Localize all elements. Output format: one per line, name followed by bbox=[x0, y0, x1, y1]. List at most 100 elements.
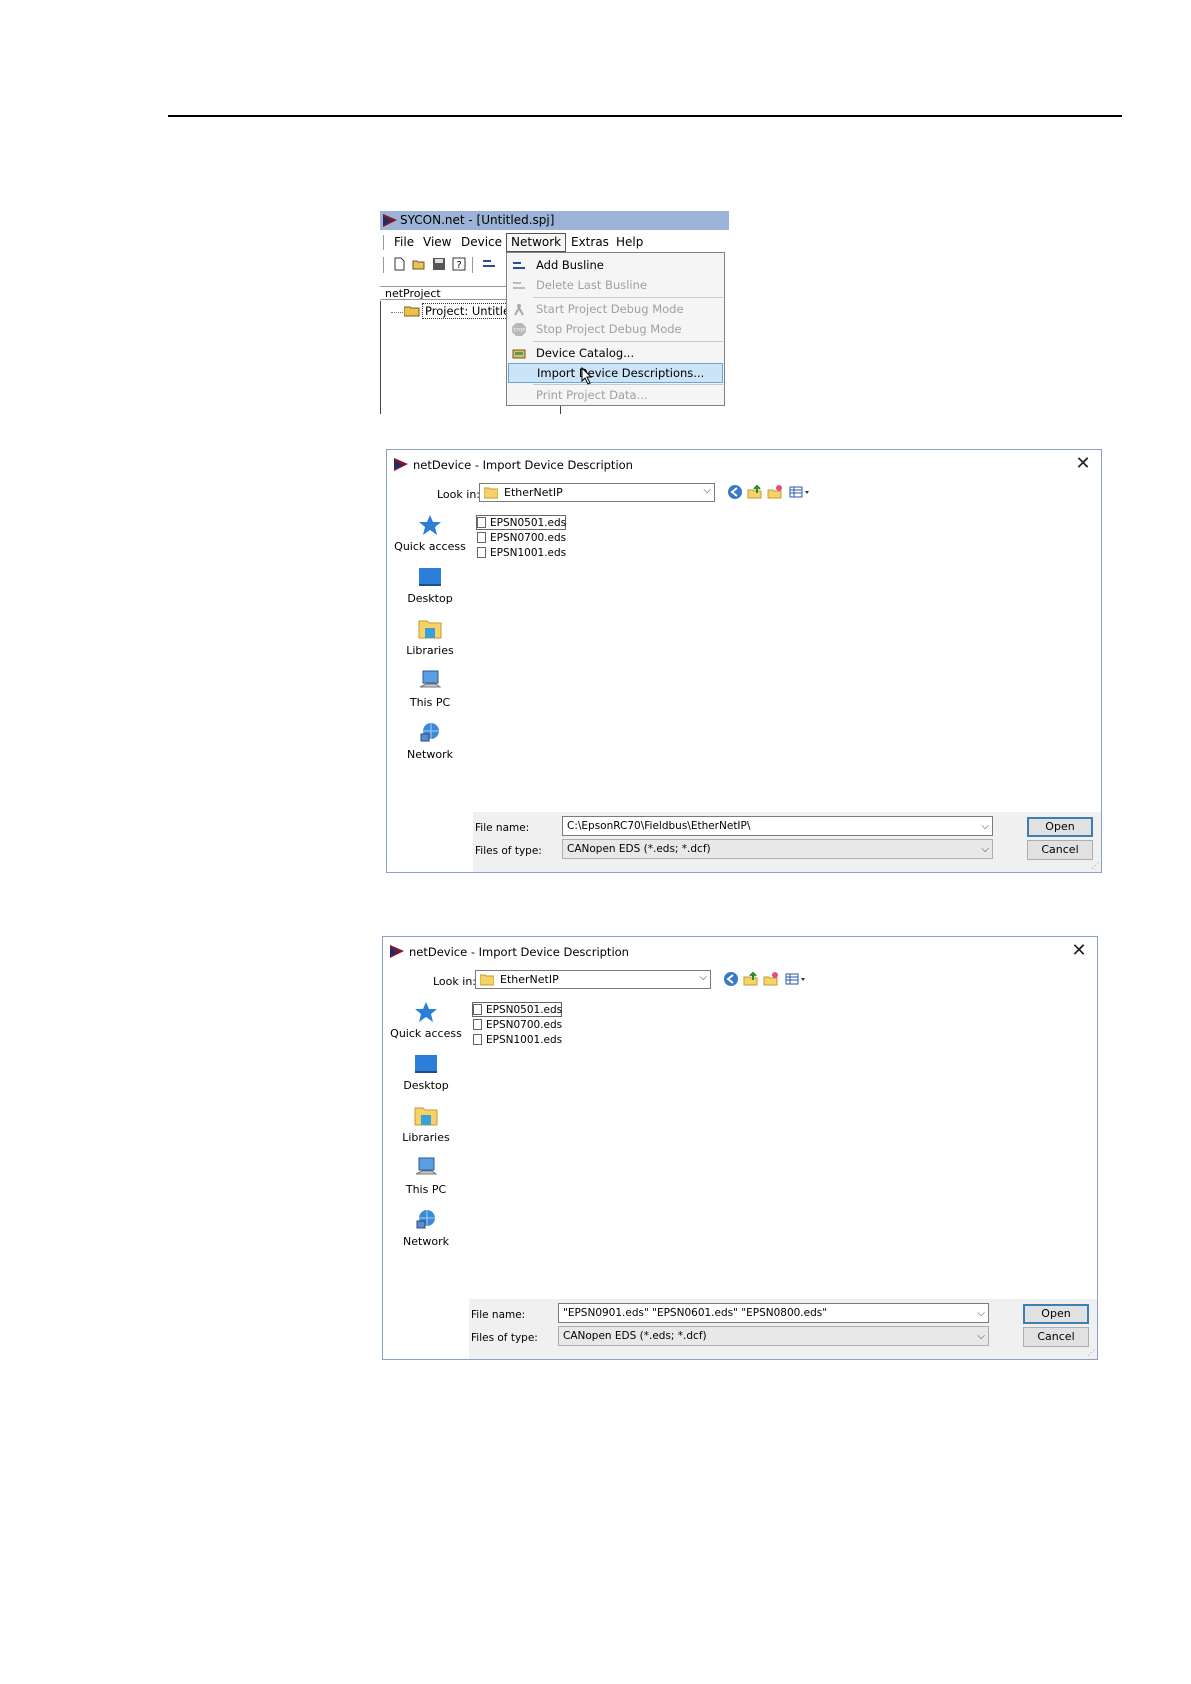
cancel-button[interactable]: Cancel bbox=[1027, 840, 1093, 860]
file-list: EPSN0501.eds EPSN0700.eds EPSN1001.eds bbox=[469, 995, 1095, 1293]
folder-icon bbox=[480, 974, 494, 986]
star-icon bbox=[419, 515, 441, 535]
menu-view[interactable]: View bbox=[423, 235, 451, 249]
close-icon[interactable]: ✕ bbox=[1069, 941, 1089, 961]
menu-network[interactable]: Network bbox=[506, 233, 567, 252]
svg-text:?: ? bbox=[456, 260, 461, 271]
desktop-icon bbox=[419, 568, 441, 586]
place-this-pc[interactable]: This PC bbox=[383, 1153, 469, 1203]
menu-item-label: Add Busline bbox=[536, 258, 604, 272]
stop-icon-text: STOP bbox=[513, 328, 525, 334]
open-button[interactable]: Open bbox=[1027, 817, 1093, 837]
place-network[interactable]: Network bbox=[383, 1205, 469, 1255]
files-of-type-value: CANopen EDS (*.eds; *.dcf) bbox=[563, 1330, 707, 1342]
menu-separator bbox=[533, 384, 723, 385]
menu-separator bbox=[533, 341, 723, 342]
file-name-input[interactable]: C:\EpsonRC70\Fieldbus\EtherNetIP\ ⌵ bbox=[562, 816, 993, 836]
mouse-cursor-icon bbox=[581, 367, 593, 385]
menu-help[interactable]: Help bbox=[616, 235, 643, 249]
page-header-rule bbox=[168, 115, 1122, 117]
look-in-combo[interactable]: EtherNetIP ⌵ bbox=[475, 970, 711, 989]
resize-grip-icon[interactable]: ⋰ bbox=[1091, 862, 1099, 870]
menubar-grip bbox=[383, 235, 387, 250]
project-folder-icon bbox=[404, 306, 420, 317]
menu-extras[interactable]: Extras bbox=[571, 235, 609, 249]
file-icon bbox=[473, 1004, 482, 1015]
view-menu-icon[interactable] bbox=[789, 484, 811, 500]
chevron-down-icon[interactable]: ⌵ bbox=[703, 485, 711, 496]
file-name: EPSN0501.eds bbox=[490, 517, 567, 529]
back-icon[interactable] bbox=[723, 971, 739, 987]
netdevice-logo-icon bbox=[394, 458, 408, 471]
back-icon[interactable] bbox=[727, 484, 743, 500]
up-folder-icon[interactable] bbox=[747, 484, 763, 500]
menu-item-import-device-descriptions[interactable]: Import Device Descriptions... bbox=[508, 363, 723, 383]
place-label: This PC bbox=[405, 1183, 447, 1196]
look-in-combo[interactable]: EtherNetIP ⌵ bbox=[479, 483, 715, 502]
file-name: EPSN1001.eds bbox=[486, 1034, 563, 1046]
new-folder-icon[interactable] bbox=[767, 484, 783, 500]
menu-item-print-project-data[interactable]: Print Project Data... bbox=[508, 386, 723, 405]
import-dialog-2: netDevice - Import Device Description ✕ … bbox=[382, 936, 1098, 1360]
menu-item-device-catalog[interactable]: Device Catalog... bbox=[508, 344, 723, 363]
tree-header: netProject bbox=[380, 286, 508, 300]
place-label: Network bbox=[403, 1235, 449, 1248]
chevron-down-icon[interactable]: ⌵ bbox=[981, 818, 989, 835]
place-label: Desktop bbox=[403, 1079, 449, 1092]
menu-item-start-debug[interactable]: Start Project Debug Mode bbox=[508, 300, 723, 319]
place-quick-access[interactable]: Quick access bbox=[383, 997, 469, 1047]
add-busline-icon bbox=[513, 262, 525, 269]
open-folder-icon[interactable] bbox=[412, 257, 426, 271]
sycon-logo-icon bbox=[383, 214, 397, 227]
file-icon bbox=[473, 1019, 482, 1030]
computer-icon bbox=[415, 1157, 438, 1175]
place-network[interactable]: Network bbox=[387, 718, 473, 768]
dialog-title: netDevice - Import Device Description bbox=[409, 945, 629, 959]
add-busline-toolbar-icon[interactable] bbox=[482, 257, 496, 271]
file-name: EPSN0501.eds bbox=[486, 1004, 563, 1016]
up-folder-icon[interactable] bbox=[743, 971, 759, 987]
save-icon[interactable] bbox=[432, 257, 446, 271]
files-of-type-select[interactable]: CANopen EDS (*.eds; *.dcf) ⌵ bbox=[558, 1326, 989, 1346]
new-folder-icon[interactable] bbox=[763, 971, 779, 987]
menu-item-label: Delete Last Busline bbox=[536, 278, 647, 292]
toolbar-separator bbox=[472, 257, 476, 273]
tree-item-project[interactable]: Project: Untitled bbox=[422, 303, 510, 319]
tree-connector bbox=[391, 312, 405, 313]
place-this-pc[interactable]: This PC bbox=[387, 666, 473, 716]
file-name: EPSN0700.eds bbox=[486, 1019, 563, 1031]
file-icon bbox=[473, 1034, 482, 1045]
view-menu-icon[interactable] bbox=[785, 971, 807, 987]
file-name-value: "EPSN0901.eds" "EPSN0601.eds" "EPSN0800.… bbox=[563, 1307, 828, 1319]
dialog-title-bar: netDevice - Import Device Description ✕ bbox=[387, 450, 1101, 480]
place-desktop[interactable]: Desktop bbox=[387, 562, 473, 612]
file-list: EPSN0501.eds EPSN0700.eds EPSN1001.eds bbox=[473, 508, 1099, 806]
menu-item-stop-debug[interactable]: STOP Stop Project Debug Mode bbox=[508, 320, 723, 339]
help-icon[interactable]: ? bbox=[452, 257, 466, 271]
open-button[interactable]: Open bbox=[1023, 1304, 1089, 1324]
menu-item-label: Import Device Descriptions... bbox=[537, 366, 705, 380]
place-libraries[interactable]: Libraries bbox=[383, 1101, 469, 1151]
close-icon[interactable]: ✕ bbox=[1073, 454, 1093, 474]
chevron-down-icon[interactable]: ⌵ bbox=[977, 1305, 985, 1322]
menu-item-delete-last-busline[interactable]: Delete Last Busline bbox=[508, 276, 723, 295]
place-quick-access[interactable]: Quick access bbox=[387, 510, 473, 560]
files-of-type-label: Files of type: bbox=[471, 1332, 538, 1344]
cancel-button[interactable]: Cancel bbox=[1023, 1327, 1089, 1347]
resize-grip-icon[interactable]: ⋰ bbox=[1087, 1349, 1095, 1357]
files-of-type-select[interactable]: CANopen EDS (*.eds; *.dcf) ⌵ bbox=[562, 839, 993, 859]
chevron-down-icon[interactable]: ⌵ bbox=[977, 1328, 985, 1345]
new-file-icon[interactable] bbox=[392, 257, 406, 271]
import-dialog-1: netDevice - Import Device Description ✕ … bbox=[386, 449, 1102, 873]
menu-file[interactable]: File bbox=[394, 235, 414, 249]
network-icon bbox=[420, 723, 439, 742]
chevron-down-icon[interactable]: ⌵ bbox=[699, 972, 707, 983]
place-desktop[interactable]: Desktop bbox=[383, 1049, 469, 1099]
place-libraries[interactable]: Libraries bbox=[387, 614, 473, 664]
dialog-bottom-panel: File name: "EPSN0901.eds" "EPSN0601.eds"… bbox=[469, 1299, 1097, 1359]
file-name-input[interactable]: "EPSN0901.eds" "EPSN0601.eds" "EPSN0800.… bbox=[558, 1303, 989, 1323]
menu-device[interactable]: Device bbox=[461, 235, 502, 249]
chevron-down-icon[interactable]: ⌵ bbox=[981, 841, 989, 858]
file-name: EPSN0700.eds bbox=[490, 532, 567, 544]
menu-item-add-busline[interactable]: Add Busline bbox=[508, 256, 723, 275]
